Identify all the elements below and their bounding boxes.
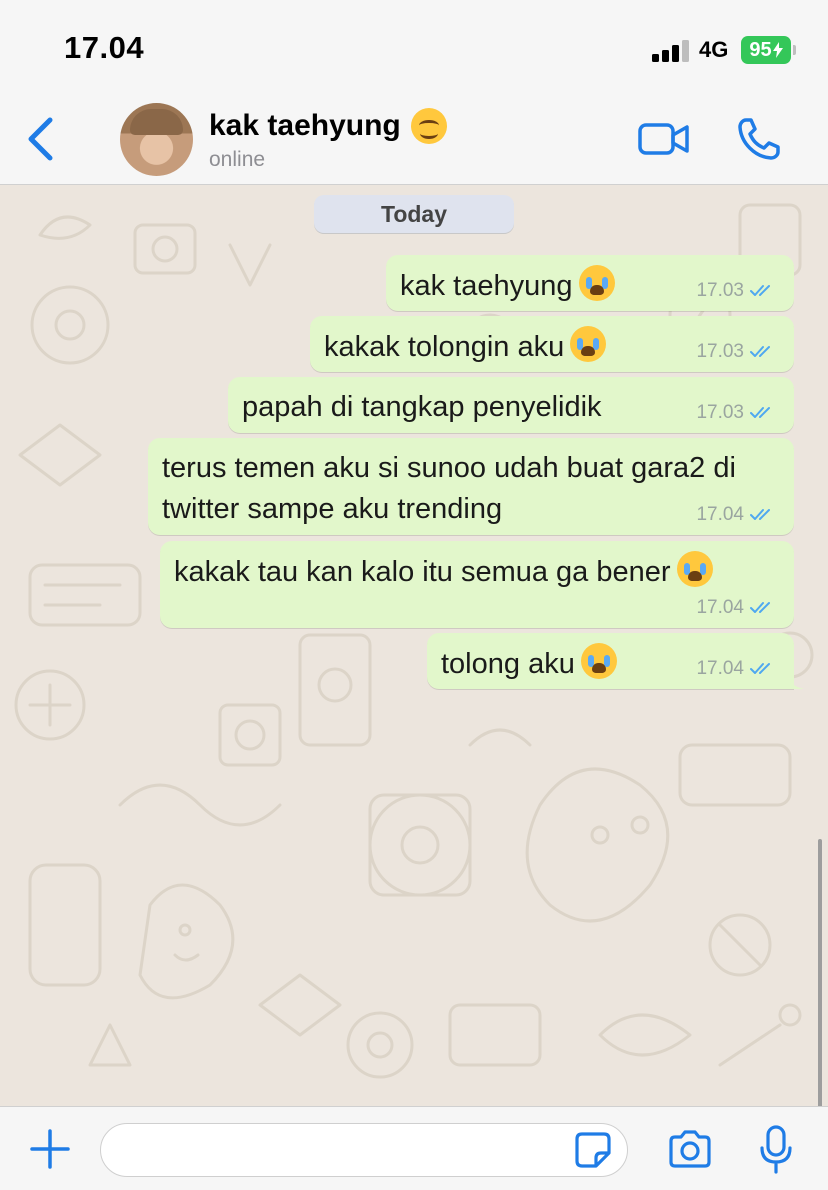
chat-header: kak taehyung online bbox=[0, 96, 828, 185]
date-separator: Today bbox=[314, 195, 514, 233]
network-type: 4G bbox=[699, 37, 729, 62]
status-bar: 17.04 4G 95 bbox=[0, 0, 828, 96]
loudly-crying-face-emoji-icon bbox=[580, 643, 617, 679]
read-receipt-double-check-icon bbox=[750, 407, 770, 418]
bubble-tail bbox=[784, 669, 804, 689]
message-meta: 17.03 bbox=[696, 341, 776, 363]
message-text: terus temen aku si sunoo udah buat gara2… bbox=[162, 452, 736, 525]
message-text: tolong aku bbox=[441, 648, 575, 680]
loudly-crying-face-emoji-icon bbox=[578, 265, 615, 301]
message-input-bar bbox=[0, 1106, 828, 1190]
contact-avatar[interactable] bbox=[120, 103, 193, 176]
read-receipt-double-check-icon bbox=[750, 602, 770, 613]
outgoing-message[interactable]: terus temen aku si sunoo udah buat gara2… bbox=[148, 438, 794, 535]
message-meta: 17.03 bbox=[696, 280, 776, 302]
microphone-icon bbox=[760, 1125, 792, 1174]
outgoing-message[interactable]: papah di tangkap penyelidik 17.03 bbox=[228, 377, 794, 433]
message-meta: 17.04 bbox=[696, 658, 776, 680]
message-text: kakak tolongin aku bbox=[324, 331, 565, 363]
sticker-icon bbox=[575, 1132, 611, 1168]
loudly-crying-face-emoji-icon bbox=[676, 551, 713, 587]
contact-name: kak taehyung bbox=[209, 109, 401, 142]
message-time: 17.03 bbox=[696, 341, 744, 362]
message-input[interactable] bbox=[100, 1123, 628, 1177]
message-meta: 17.04 bbox=[696, 597, 776, 619]
message-time: 17.04 bbox=[696, 597, 744, 618]
message-time: 17.04 bbox=[696, 658, 744, 679]
message-time: 17.04 bbox=[696, 504, 744, 525]
read-receipt-double-check-icon bbox=[750, 346, 770, 357]
status-time: 17.04 bbox=[64, 30, 145, 65]
outgoing-message[interactable]: tolong aku 17.04 bbox=[427, 633, 804, 689]
read-receipt-double-check-icon bbox=[750, 663, 770, 674]
message-time: 17.03 bbox=[696, 280, 744, 301]
battery-nub bbox=[793, 45, 796, 55]
message-text: kak taehyung bbox=[400, 270, 573, 302]
phone-icon bbox=[738, 118, 780, 160]
outgoing-message[interactable]: kak taehyung 17.03 bbox=[386, 255, 794, 311]
battery-level: 95 bbox=[749, 38, 772, 61]
chevron-left-icon bbox=[28, 117, 53, 161]
microphone-button[interactable] bbox=[758, 1124, 794, 1176]
message-text: papah di tangkap penyelidik bbox=[242, 391, 602, 423]
contact-status: online bbox=[209, 148, 266, 171]
contact-name-row[interactable]: kak taehyung bbox=[209, 108, 447, 144]
message-meta: 17.03 bbox=[696, 402, 776, 424]
read-receipt-double-check-icon bbox=[750, 285, 770, 296]
loudly-crying-face-emoji-icon bbox=[570, 326, 607, 362]
plus-icon bbox=[30, 1129, 70, 1169]
cellular-signal-icon bbox=[652, 40, 690, 62]
sticker-button[interactable] bbox=[574, 1131, 612, 1169]
message-text: kakak tau kan kalo itu semua ga bener bbox=[174, 556, 671, 588]
back-button[interactable] bbox=[20, 114, 60, 164]
battery-icon: 95 bbox=[741, 36, 791, 64]
video-camera-icon bbox=[638, 123, 689, 155]
camera-icon bbox=[669, 1130, 711, 1168]
camera-button[interactable] bbox=[667, 1129, 713, 1169]
message-time: 17.03 bbox=[696, 402, 744, 423]
scrollbar[interactable] bbox=[818, 839, 822, 1106]
outgoing-message[interactable]: kakak tolongin aku 17.03 bbox=[310, 316, 794, 372]
chat-area[interactable]: Today kak taehyung 17.03 kakak tolongin … bbox=[0, 185, 828, 1106]
outgoing-message[interactable]: kakak tau kan kalo itu semua ga bener 17… bbox=[160, 541, 794, 628]
hugging-face-emoji-icon bbox=[410, 108, 447, 144]
read-receipt-double-check-icon bbox=[750, 509, 770, 520]
voice-call-button[interactable] bbox=[736, 116, 782, 162]
message-meta: 17.04 bbox=[696, 504, 776, 526]
attach-button[interactable] bbox=[30, 1129, 70, 1169]
video-call-button[interactable] bbox=[638, 122, 690, 156]
